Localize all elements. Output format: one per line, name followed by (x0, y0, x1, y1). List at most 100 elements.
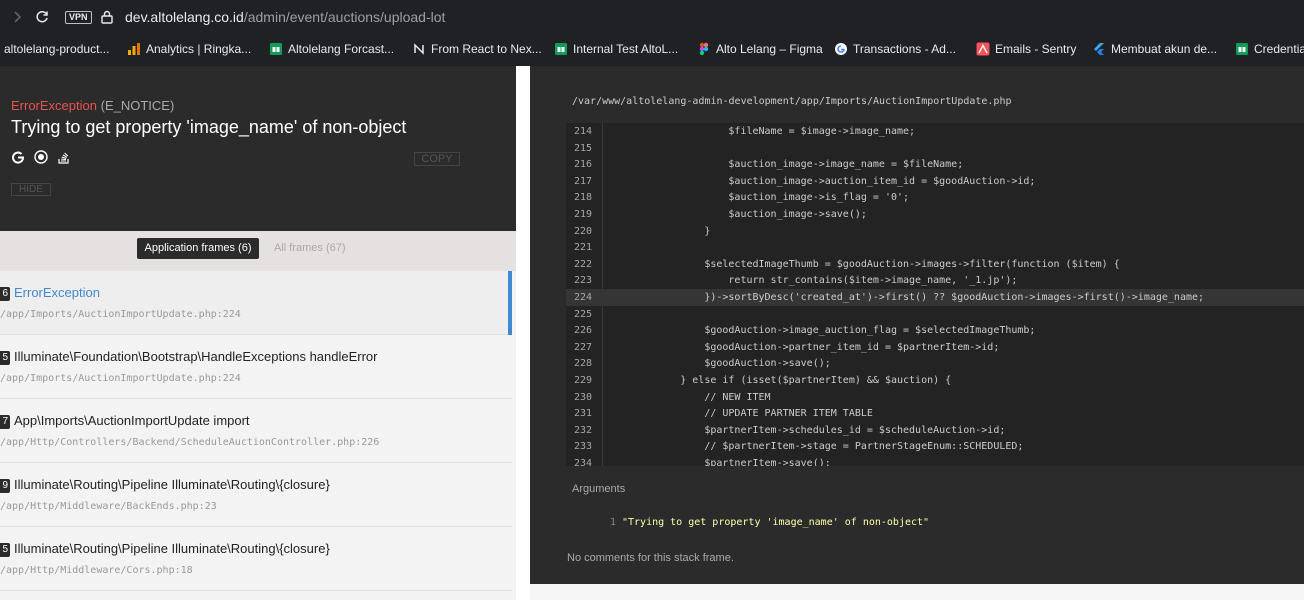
lock-icon[interactable] (101, 10, 113, 24)
vpn-badge[interactable]: VPN (65, 11, 92, 24)
code-text: // UPDATE PARTNER ITEM TABLE (608, 408, 873, 420)
hide-button[interactable]: HIDE (11, 183, 51, 196)
line-number: 231 (573, 408, 592, 420)
frame-index: 5 (0, 543, 10, 557)
bookmark-item[interactable]: Alto Lelang – Figma (697, 38, 823, 60)
code-line: 234 $partnerItem->save(); (566, 455, 1304, 466)
arguments-label: Arguments (572, 483, 626, 495)
bookmark-label: From React to Nex... (431, 42, 542, 56)
bookmark-item[interactable]: Credentia (1235, 38, 1304, 60)
code-line: 227 $goodAuction->partner_item_id = $par… (566, 339, 1304, 356)
bookmark-item[interactable]: Emails - Sentry (976, 38, 1076, 60)
line-number: 220 (573, 225, 592, 237)
bookmark-item[interactable]: Membuat akun de... (1092, 38, 1217, 60)
code-line: 218 $auction_image->is_flag = '0'; (566, 189, 1304, 206)
browser-chrome: VPN dev.altolelang.co.id/admin/event/auc… (0, 0, 1304, 66)
code-line: 222 $selectedImageThumb = $goodAuction->… (566, 256, 1304, 273)
code-line: 231 // UPDATE PARTNER ITEM TABLE (566, 405, 1304, 422)
figma-icon (697, 42, 711, 56)
tab-all-frames[interactable]: All frames (67) (274, 242, 346, 254)
code-line: 220 } (566, 223, 1304, 240)
bookmark-item[interactable]: Transactions - Ad... (834, 38, 956, 60)
frame-path: /app/Http/Middleware/BackEnds.php:23 (0, 501, 217, 512)
frame-item[interactable]: 5 Illuminate\Routing\Pipeline Illuminate… (0, 527, 512, 591)
exception-message: Trying to get property 'image_name' of n… (11, 117, 407, 137)
bookmark-label: Internal Test AltoL... (573, 42, 679, 56)
code-text: $partnerItem->schedules_id = $scheduleAu… (608, 424, 1006, 436)
frame-item[interactable]: 5 Illuminate\Foundation\Bootstrap\Handle… (0, 335, 512, 399)
code-panel: /var/www/altolelang-admin-development/ap… (530, 66, 1304, 584)
bookmark-label: Transactions - Ad... (853, 42, 956, 56)
code-text: // $partnerItem->stage = PartnerStageEnu… (608, 441, 1024, 453)
bookmark-label: Altolelang Forcast... (288, 42, 395, 56)
line-number: 219 (573, 209, 592, 220)
google-icon (834, 42, 848, 56)
copy-button[interactable]: COPY (414, 152, 460, 166)
code-text: // NEW ITEM (608, 391, 771, 403)
code-line: 230 // NEW ITEM (566, 389, 1304, 406)
line-number: 216 (573, 159, 592, 171)
frame-index: 5 (0, 351, 10, 365)
code-text: $auction_image->auction_item_id = $goodA… (608, 175, 1036, 187)
google-search-icon[interactable] (11, 150, 25, 164)
bookmark-item[interactable]: Analytics | Ringka... (127, 38, 251, 60)
file-path[interactable]: /var/www/altolelang-admin-development/ap… (572, 96, 1012, 107)
line-number: 223 (573, 275, 592, 287)
code-text: $goodAuction->partner_item_id = $partner… (608, 341, 1000, 353)
code-text: $goodAuction->image_auction_flag = $sele… (608, 325, 1036, 337)
tab-application-frames[interactable]: Application frames (6) (137, 238, 259, 259)
frame-item[interactable]: 9 Illuminate\Routing\Pipeline Illuminate… (0, 463, 512, 527)
code-text: $auction_image->image_name = $fileName; (608, 159, 964, 171)
code-line: 226 $goodAuction->image_auction_flag = $… (566, 322, 1304, 339)
bookmark-item[interactable]: altolelang-product... (4, 38, 109, 60)
frame-title: App\Imports\AuctionImportUpdate import (14, 413, 250, 428)
code-text: $partnerItem->save(); (608, 458, 831, 466)
line-number: 225 (573, 308, 592, 320)
frame-path: /app/Http/Controllers/Backend/ScheduleAu… (0, 437, 380, 448)
url-field[interactable]: dev.altolelang.co.id/admin/event/auction… (125, 9, 445, 25)
frame-item[interactable]: 6 ErrorException /app/Imports/AuctionImp… (0, 271, 512, 335)
code-panel-footer (530, 584, 1304, 600)
frame-item[interactable]: 7 App\Imports\AuctionImportUpdate import… (0, 399, 512, 463)
flutter-icon (1092, 42, 1106, 56)
line-number: 229 (573, 375, 592, 386)
address-bar-row: VPN dev.altolelang.co.id/admin/event/auc… (0, 0, 1304, 34)
line-number: 227 (573, 341, 592, 353)
code-line: 225 (566, 306, 1304, 323)
sheets-icon (554, 42, 568, 56)
frame-list: 6 ErrorException /app/Imports/AuctionImp… (0, 271, 516, 600)
bookmark-label: Analytics | Ringka... (146, 42, 252, 56)
line-number: 230 (573, 391, 592, 403)
reload-icon[interactable] (34, 9, 50, 25)
code-line: 224 })->sortByDesc('created_at')->first(… (566, 289, 1304, 306)
bookmark-item[interactable]: Altolelang Forcast... (269, 38, 394, 60)
line-number: 218 (573, 192, 592, 204)
line-number: 234 (573, 458, 592, 466)
code-line: 219 $auction_image->save(); (566, 206, 1304, 223)
bookmark-label: altolelang-product... (4, 42, 110, 56)
code-line: 223 return str_contains($item->image_nam… (566, 272, 1304, 289)
code-text: $goodAuction->save(); (608, 358, 831, 370)
frame-path: /app/Http/Middleware/Cors.php:18 (0, 565, 193, 576)
line-number: 214 (573, 126, 592, 137)
line-number: 226 (573, 325, 592, 337)
code-text: } (608, 225, 711, 237)
frame-index: 6 (0, 287, 10, 301)
code-line: 232 $partnerItem->schedules_id = $schedu… (566, 422, 1304, 439)
forward-icon[interactable] (9, 9, 25, 25)
frame-path: /app/Imports/AuctionImportUpdate.php:224 (0, 309, 241, 320)
bookmark-item[interactable]: Internal Test AltoL... (554, 38, 678, 60)
duckduckgo-icon[interactable] (34, 150, 48, 164)
line-number: 224 (573, 292, 592, 303)
code-line: 216 $auction_image->image_name = $fileNa… (566, 156, 1304, 173)
line-number: 233 (573, 441, 592, 453)
argument-value: "Trying to get property 'image_name' of … (622, 517, 930, 528)
line-number: 222 (573, 258, 592, 270)
bookmark-label: Credentia (1254, 42, 1304, 56)
frame-index: 9 (0, 479, 10, 493)
stackoverflow-icon[interactable] (57, 150, 71, 164)
sentry-icon (976, 42, 990, 56)
line-number: 232 (573, 424, 592, 436)
bookmark-item[interactable]: From React to Nex... (412, 38, 542, 60)
argument-index: 1 (609, 517, 616, 528)
